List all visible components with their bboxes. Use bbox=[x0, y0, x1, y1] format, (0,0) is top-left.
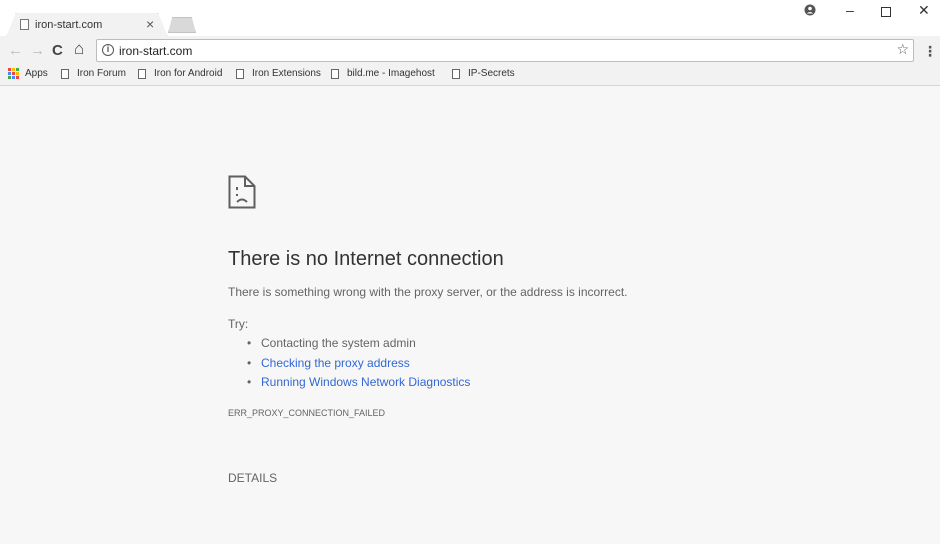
bookmark-iron-forum[interactable]: Iron Forum bbox=[61, 68, 126, 79]
try-label: Try: bbox=[228, 317, 249, 331]
bookmark-iron-for-android[interactable]: Iron for Android bbox=[138, 68, 222, 79]
page-icon bbox=[331, 68, 339, 79]
page-icon bbox=[20, 19, 29, 30]
bookmark-label: Iron Extensions bbox=[252, 68, 321, 79]
bookmark-star-icon[interactable]: ☆ bbox=[896, 41, 909, 58]
home-button[interactable]: ⌂ bbox=[74, 39, 84, 59]
bookmarks-bar: Apps Iron Forum Iron for Android Iron Ex… bbox=[0, 66, 940, 82]
bookmark-label: Iron for Android bbox=[154, 68, 223, 79]
page-icon bbox=[61, 68, 69, 79]
maximize-icon bbox=[881, 7, 891, 17]
suggestion-check-proxy-link[interactable]: Checking the proxy address bbox=[247, 356, 470, 376]
page-icon bbox=[452, 68, 460, 79]
suggestions-list: Contacting the system admin Checking the… bbox=[247, 336, 470, 395]
page-icon bbox=[236, 68, 244, 79]
sad-page-icon bbox=[228, 175, 256, 209]
page-icon bbox=[138, 68, 146, 79]
tab-close-button[interactable]: × bbox=[146, 16, 154, 32]
info-icon[interactable]: i bbox=[102, 44, 114, 56]
bookmark-bild-me[interactable]: bild.me - Imagehost bbox=[331, 68, 441, 79]
bookmark-label: Iron Forum bbox=[77, 68, 126, 79]
bookmark-iron-extensions[interactable]: Iron Extensions bbox=[236, 68, 321, 79]
maximize-button[interactable] bbox=[881, 4, 891, 20]
title-bar: iron-start.com × – ✕ bbox=[0, 0, 940, 37]
details-button[interactable]: DETAILS bbox=[228, 471, 277, 485]
address-bar[interactable]: i iron-start.com ☆ bbox=[96, 39, 914, 62]
suggestion-network-diagnostics-link[interactable]: Running Windows Network Diagnostics bbox=[247, 375, 470, 395]
bookmark-label: IP-Secrets bbox=[468, 68, 515, 79]
forward-button[interactable]: → bbox=[30, 42, 45, 59]
back-button[interactable]: ← bbox=[8, 42, 23, 59]
url-text[interactable]: iron-start.com bbox=[119, 44, 192, 58]
reload-button[interactable]: C bbox=[52, 42, 63, 59]
tab-title: iron-start.com bbox=[35, 19, 103, 31]
menu-icon[interactable]: ⋮ bbox=[923, 43, 937, 60]
bookmark-label: Apps bbox=[25, 68, 48, 79]
new-tab-button[interactable] bbox=[168, 17, 196, 33]
bookmark-label: bild.me - Imagehost bbox=[347, 68, 435, 79]
bookmark-ip-secrets[interactable]: IP-Secrets bbox=[452, 68, 515, 79]
close-window-button[interactable]: ✕ bbox=[918, 2, 930, 19]
toolbar: ← → C ⌂ i iron-start.com ☆ ⋮ Apps Iron F… bbox=[0, 36, 940, 86]
error-code: ERR_PROXY_CONNECTION_FAILED bbox=[228, 408, 386, 418]
error-title: There is no Internet connection bbox=[228, 248, 504, 270]
account-icon[interactable] bbox=[804, 3, 816, 19]
bookmark-apps[interactable]: Apps bbox=[8, 68, 48, 79]
minimize-button[interactable]: – bbox=[846, 2, 854, 18]
suggestion-contact-admin: Contacting the system admin bbox=[247, 336, 470, 356]
apps-grid-icon bbox=[8, 68, 19, 79]
error-description: There is something wrong with the proxy … bbox=[228, 285, 628, 299]
